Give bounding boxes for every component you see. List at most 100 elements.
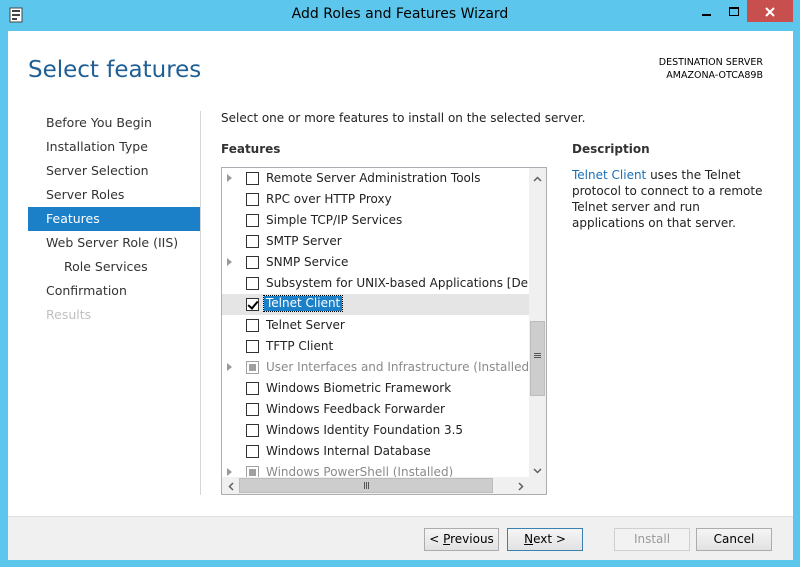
feature-row[interactable]: Windows Internal Database (222, 441, 529, 462)
feature-checkbox[interactable] (246, 382, 259, 395)
feature-checkbox[interactable] (246, 340, 259, 353)
feature-label: Windows Identity Foundation 3.5 (266, 423, 464, 437)
wizard-nav: Before You Begin Installation Type Serve… (28, 111, 200, 327)
feature-label: Simple TCP/IP Services (266, 213, 403, 227)
feature-row[interactable]: Windows PowerShell (Installed) (222, 462, 529, 477)
feature-row[interactable]: Remote Server Administration Tools (222, 168, 529, 189)
feature-label: Remote Server Administration Tools (266, 171, 481, 185)
grip-icon (364, 482, 365, 489)
feature-checkbox[interactable] (246, 256, 259, 269)
feature-row[interactable]: SMTP Server (222, 231, 529, 252)
feature-label: SNMP Service (266, 255, 349, 269)
feature-label: TFTP Client (266, 339, 334, 353)
wizard-window: Add Roles and Features Wizard Select fea… (0, 0, 800, 567)
expand-arrow-icon[interactable] (227, 363, 232, 371)
cancel-button[interactable]: Cancel (696, 528, 772, 551)
scroll-down-button[interactable] (529, 460, 546, 477)
grip-icon (534, 353, 541, 354)
chevron-left-icon (227, 476, 234, 494)
wizard-footer: < Previous Next > Install Cancel (8, 516, 793, 560)
nav-item-installation-type[interactable]: Installation Type (28, 135, 200, 159)
expand-arrow-icon[interactable] (227, 174, 232, 182)
description-heading: Description (572, 142, 650, 156)
next-rest: ext > (533, 532, 566, 546)
feature-checkbox[interactable] (246, 298, 259, 311)
nav-item-before-you-begin[interactable]: Before You Begin (28, 111, 200, 135)
maximize-button[interactable] (720, 0, 747, 22)
expand-arrow-icon[interactable] (227, 258, 232, 266)
features-heading: Features (221, 142, 281, 156)
expand-arrow-icon[interactable] (227, 468, 232, 476)
feature-checkbox[interactable] (246, 172, 259, 185)
feature-label: Windows Internal Database (266, 444, 431, 458)
minimize-icon (701, 2, 712, 21)
horizontal-scrollbar[interactable] (222, 477, 529, 494)
vertical-scrollbar[interactable] (529, 168, 546, 477)
destination-server-label: DESTINATION SERVER (658, 57, 763, 68)
next-button[interactable]: Next > (507, 528, 583, 551)
feature-checkbox (246, 466, 259, 477)
feature-row[interactable]: Subsystem for UNIX-based Applications [D… (222, 273, 529, 294)
nav-item-server-roles[interactable]: Server Roles (28, 183, 200, 207)
feature-checkbox[interactable] (246, 319, 259, 332)
nav-item-results: Results (46, 307, 92, 322)
page-title: Select features (28, 57, 202, 83)
feature-row[interactable]: TFTP Client (222, 336, 529, 357)
feature-row[interactable]: Windows Identity Foundation 3.5 (222, 420, 529, 441)
scroll-right-button[interactable] (512, 477, 529, 494)
feature-checkbox[interactable] (246, 235, 259, 248)
feature-label: Windows Biometric Framework (266, 381, 452, 395)
feature-checkbox[interactable] (246, 193, 259, 206)
feature-row[interactable]: Windows Biometric Framework (222, 378, 529, 399)
feature-row[interactable]: Telnet Server (222, 315, 529, 336)
previous-prefix: < (429, 532, 444, 546)
feature-row[interactable]: Telnet Client (222, 294, 529, 315)
nav-item-role-services[interactable]: Role Services (28, 255, 200, 279)
scroll-left-button[interactable] (222, 477, 239, 494)
wizard-header: Select features DESTINATION SERVER AMAZO… (8, 31, 793, 105)
feature-row[interactable]: RPC over HTTP Proxy (222, 189, 529, 210)
feature-row[interactable]: Windows Feedback Forwarder (222, 399, 529, 420)
nav-item-web-server-role[interactable]: Web Server Role (IIS) (28, 231, 200, 255)
instruction-text: Select one or more features to install o… (221, 111, 586, 125)
scroll-up-button[interactable] (529, 168, 546, 185)
description-link[interactable]: Telnet Client (572, 168, 646, 182)
feature-label: Windows PowerShell (Installed) (266, 465, 454, 477)
title-bar[interactable]: Add Roles and Features Wizard (0, 0, 800, 31)
nav-item-features[interactable]: Features (28, 207, 200, 231)
description-text: Telnet Client uses the Telnet protocol t… (572, 167, 772, 231)
feature-checkbox[interactable] (246, 214, 259, 227)
feature-label: Telnet Server (266, 318, 345, 332)
feature-checkbox[interactable] (246, 277, 259, 290)
destination-server-value: AMAZONA-OTCA89B (666, 70, 763, 81)
horizontal-scroll-thumb[interactable] (239, 478, 493, 493)
window-title: Add Roles and Features Wizard (291, 6, 509, 22)
feature-label: User Interfaces and Infrastructure (Inst… (266, 360, 529, 374)
feature-checkbox[interactable] (246, 403, 259, 416)
chevron-right-icon (517, 476, 524, 494)
scrollbar-corner (529, 477, 546, 494)
feature-label: SMTP Server (266, 234, 342, 248)
previous-rest: revious (450, 532, 494, 546)
feature-checkbox[interactable] (246, 445, 259, 458)
minimize-button[interactable] (693, 0, 720, 22)
nav-item-confirmation[interactable]: Confirmation (28, 279, 200, 303)
vertical-scroll-thumb[interactable] (530, 321, 545, 396)
nav-item-server-selection[interactable]: Server Selection (28, 159, 200, 183)
feature-label: Windows Feedback Forwarder (266, 402, 445, 416)
install-button: Install (614, 528, 690, 551)
previous-button[interactable]: < Previous (424, 528, 499, 551)
feature-label: RPC over HTTP Proxy (266, 192, 392, 206)
feature-row[interactable]: SNMP Service (222, 252, 529, 273)
feature-row[interactable]: Simple TCP/IP Services (222, 210, 529, 231)
close-button[interactable] (747, 0, 793, 22)
feature-label: Subsystem for UNIX-based Applications [D… (266, 276, 529, 290)
chevron-up-icon (533, 168, 542, 186)
features-tree[interactable]: Remote Server Administration Tools RPC ov… (221, 167, 547, 495)
nav-divider (200, 111, 201, 495)
feature-checkbox[interactable] (246, 424, 259, 437)
feature-row[interactable]: User Interfaces and Infrastructure (Inst… (222, 357, 529, 378)
feature-checkbox (246, 361, 259, 374)
features-list: Remote Server Administration Tools RPC ov… (222, 168, 529, 477)
maximize-icon (728, 2, 739, 21)
